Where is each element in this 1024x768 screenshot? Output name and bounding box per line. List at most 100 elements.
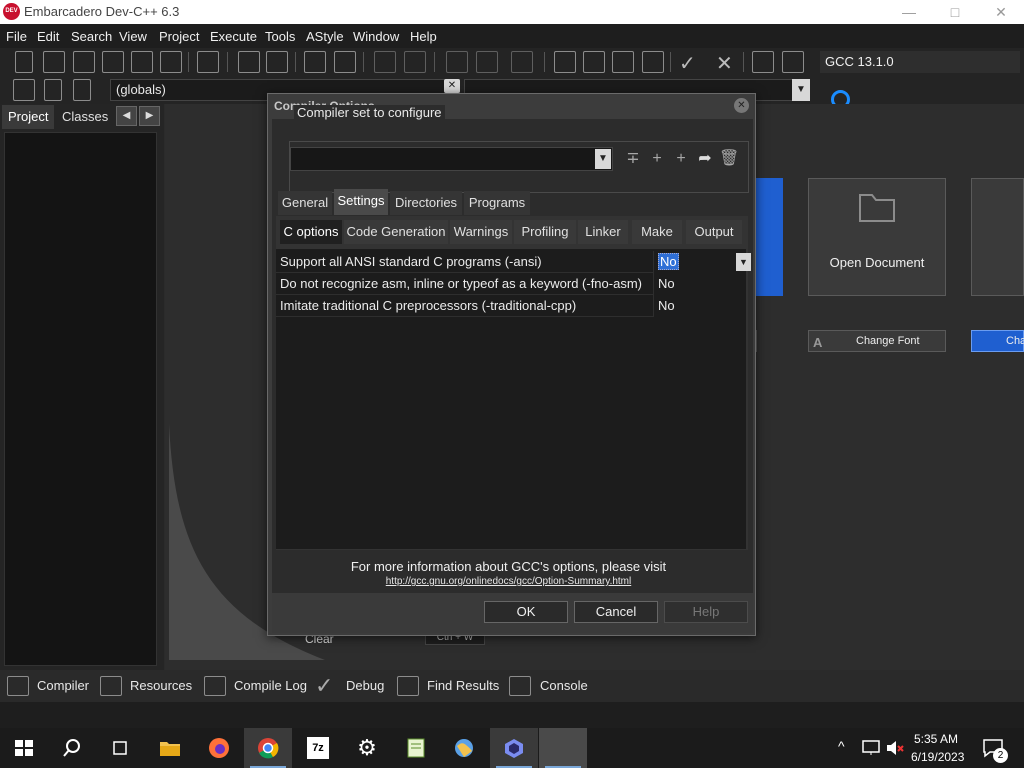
tab-compile-log[interactable]: Compile Log (202, 670, 307, 702)
partial-card[interactable] (971, 178, 1024, 296)
print-icon[interactable] (197, 51, 219, 73)
compile-run-icon[interactable] (612, 51, 634, 73)
close-window-button[interactable]: ✕ (978, 0, 1024, 24)
start-button[interactable] (0, 728, 48, 768)
add-compiler-set-icon[interactable]: ∓ (623, 149, 643, 169)
compiler-set-select[interactable] (290, 147, 613, 171)
tab-resources[interactable]: Resources (98, 670, 192, 702)
tab-general[interactable]: General (278, 191, 332, 215)
subtab-make[interactable]: Make (632, 220, 682, 244)
bookmark-icon[interactable] (44, 79, 62, 101)
subtab-c-options[interactable]: C options (280, 220, 342, 244)
tab-programs[interactable]: Programs (464, 191, 530, 215)
tab-debug[interactable]: ✓ Debug (313, 670, 384, 702)
tab-classes[interactable]: Classes (56, 105, 114, 129)
option-value[interactable]: No (656, 295, 726, 317)
redo-icon[interactable] (404, 51, 426, 73)
menu-edit[interactable]: Edit (37, 29, 59, 44)
profile-icon[interactable] (752, 51, 774, 73)
menu-search[interactable]: Search (71, 29, 112, 44)
close-icon[interactable]: ✕ (734, 98, 749, 113)
subtab-profiling[interactable]: Profiling (514, 220, 576, 244)
settings-button[interactable]: ⚙ (343, 728, 391, 768)
maximize-button[interactable]: □ (932, 0, 978, 24)
volume-muted-icon[interactable] (885, 740, 905, 756)
active-window-button[interactable] (539, 728, 587, 768)
chevron-left-icon[interactable]: ◀ (116, 106, 137, 126)
tab-directories[interactable]: Directories (390, 191, 462, 215)
cancel-button[interactable]: Cancel (574, 601, 658, 623)
option-value[interactable]: No (656, 273, 726, 295)
close-file-icon[interactable] (131, 51, 153, 73)
minimize-button[interactable]: — (886, 0, 932, 24)
delete-profile-icon[interactable] (782, 51, 804, 73)
menu-execute[interactable]: Execute (210, 29, 257, 44)
tab-console[interactable]: Console (508, 670, 588, 702)
menu-help[interactable]: Help (410, 29, 437, 44)
clock-time[interactable]: 5:35 AM (914, 732, 958, 746)
comment-icon[interactable] (511, 51, 533, 73)
add-blank-icon[interactable]: + (671, 149, 691, 169)
undo-icon[interactable] (374, 51, 396, 73)
open-document-card[interactable]: Open Document (808, 178, 946, 296)
search-button[interactable] (48, 728, 96, 768)
subtab-linker[interactable]: Linker (578, 220, 628, 244)
file-explorer-button[interactable] (146, 728, 194, 768)
network-icon[interactable] (862, 740, 880, 756)
add-icon[interactable]: + (647, 149, 667, 169)
close-icon[interactable]: ✕ (444, 79, 460, 93)
chrome-button[interactable] (244, 728, 292, 768)
menu-window[interactable]: Window (353, 29, 399, 44)
menu-astyle[interactable]: AStyle (306, 29, 344, 44)
tab-project[interactable]: Project (2, 105, 55, 129)
trash-icon[interactable]: 🗑 (719, 149, 739, 169)
new-project-icon[interactable] (13, 79, 35, 101)
unindent-icon[interactable] (476, 51, 498, 73)
replace-icon[interactable] (266, 51, 288, 73)
devcpp-button[interactable] (490, 728, 538, 768)
tab-compiler[interactable]: Compiler (4, 670, 89, 702)
abort-icon[interactable]: ✕ (716, 51, 733, 76)
rename-icon[interactable]: ➦ (695, 149, 715, 169)
task-view-button[interactable] (96, 728, 144, 768)
chevron-down-icon[interactable]: ▼ (792, 79, 810, 101)
open-file-icon[interactable] (43, 51, 65, 73)
rebuild-all-icon[interactable] (642, 51, 664, 73)
firefox-button[interactable] (195, 728, 243, 768)
subtab-code-generation[interactable]: Code Generation (344, 220, 448, 244)
7zip-button[interactable]: 7z (294, 728, 342, 768)
ok-button[interactable]: OK (484, 601, 568, 623)
menu-project[interactable]: Project (159, 29, 199, 44)
option-value[interactable]: No (656, 251, 726, 273)
toggle-bookmark-icon[interactable] (334, 51, 356, 73)
chevron-down-icon[interactable]: ▼ (595, 149, 611, 169)
notepad-button[interactable] (392, 728, 440, 768)
tab-find-results[interactable]: Find Results (396, 670, 499, 702)
clock-date[interactable]: 6/19/2023 (911, 750, 964, 764)
goto-icon[interactable] (304, 51, 326, 73)
chevron-right-icon[interactable]: ▶ (139, 106, 160, 126)
subtab-output[interactable]: Output (686, 220, 742, 244)
menu-view[interactable]: View (119, 29, 147, 44)
tab-settings[interactable]: Settings (334, 189, 388, 215)
indent-icon[interactable] (446, 51, 468, 73)
save-all-icon[interactable] (102, 51, 124, 73)
save-icon[interactable] (73, 51, 95, 73)
option-row[interactable]: Do not recognize asm, inline or typeof a… (276, 273, 746, 295)
project-tree[interactable] (4, 132, 157, 666)
close-all-icon[interactable] (160, 51, 182, 73)
subtab-warnings[interactable]: Warnings (450, 220, 512, 244)
compiler-select[interactable]: GCC 13.1.0 (820, 51, 1020, 73)
syntax-check-icon[interactable]: ✓ (679, 51, 696, 76)
chevron-down-icon[interactable]: ▼ (736, 253, 751, 271)
chevron-up-icon[interactable]: ^ (838, 738, 845, 754)
new-file-icon[interactable] (15, 51, 33, 73)
change-theme-button[interactable]: Cha (971, 330, 1024, 352)
menu-file[interactable]: File (6, 29, 27, 44)
change-font-button[interactable]: A Change Font (808, 330, 946, 352)
bookmarks-icon[interactable] (73, 79, 91, 101)
paint-button[interactable] (440, 728, 488, 768)
option-row[interactable]: Support all ANSI standard C programs (-a… (276, 251, 751, 273)
option-row[interactable]: Imitate traditional C preprocessors (-tr… (276, 295, 746, 317)
gcc-options-link[interactable]: http://gcc.gnu.org/onlinedocs/gcc/Option… (268, 576, 749, 587)
